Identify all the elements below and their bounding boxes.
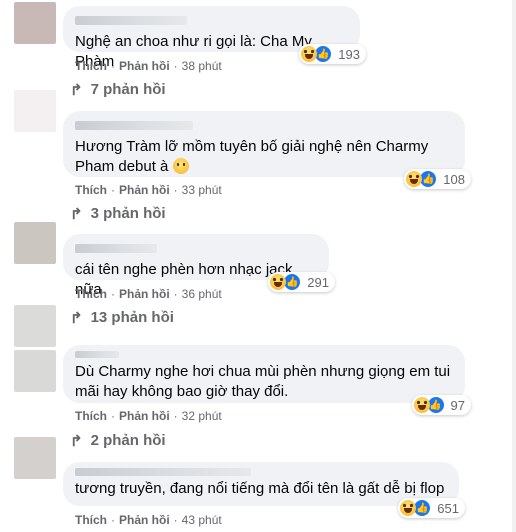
- comment-bubble: tương truyền, đang nổi tiếng mà đổi tên …: [63, 462, 465, 518]
- reaction-summary[interactable]: 👍 651: [398, 498, 465, 518]
- comment-actions: Thích · Phản hồi · 38 phút: [75, 59, 222, 73]
- haha-icon: [301, 46, 318, 62]
- reply-button[interactable]: Phản hồi: [119, 513, 170, 527]
- reply-arrow-icon: ↳: [70, 80, 83, 97]
- avatar[interactable]: [14, 222, 56, 264]
- avatar[interactable]: [14, 90, 56, 132]
- reply-arrow-icon: ↳: [70, 431, 83, 448]
- author-name[interactable]: [75, 16, 187, 25]
- comment-text: Dù Charmy nghe hơi chua mùi phèn nhưng g…: [75, 363, 455, 400]
- author-name[interactable]: [75, 244, 157, 253]
- author-name[interactable]: [75, 468, 251, 476]
- haha-icon: [413, 397, 430, 413]
- avatar: [14, 350, 56, 392]
- view-replies-link[interactable]: ↳ 2 phản hồi: [70, 431, 166, 449]
- reaction-summary[interactable]: 👍 108: [404, 169, 471, 189]
- like-button[interactable]: Thích: [75, 183, 107, 197]
- reaction-count: 193: [338, 46, 360, 62]
- like-button[interactable]: Thích: [75, 59, 107, 73]
- reaction-summary[interactable]: 👍 291: [268, 272, 335, 292]
- scrollbar[interactable]: [512, 0, 516, 532]
- like-button[interactable]: Thích: [75, 409, 107, 423]
- like-button[interactable]: Thích: [75, 513, 107, 527]
- haha-icon: [406, 171, 423, 187]
- reply-arrow-icon: ↳: [70, 204, 83, 221]
- comment-bubble: Hương Tràm lỡ mồm tuyên bố giải nghệ nên…: [63, 111, 471, 189]
- reaction-count: 291: [307, 274, 329, 290]
- reaction-summary[interactable]: 👍 97: [411, 395, 471, 415]
- reply-button[interactable]: Phản hồi: [119, 59, 170, 73]
- timestamp[interactable]: 36 phút: [182, 287, 222, 301]
- reaction-count: 108: [443, 171, 465, 187]
- timestamp[interactable]: 33 phút: [182, 183, 222, 197]
- comment-actions: Thích · Phản hồi · 36 phút: [75, 287, 222, 301]
- author-name[interactable]: [75, 121, 193, 130]
- reply-button[interactable]: Phản hồi: [119, 183, 170, 197]
- haha-icon: [400, 500, 417, 516]
- avatar[interactable]: [14, 437, 56, 479]
- comment-bubble: Dù Charmy nghe hơi chua mùi phèn nhưng g…: [63, 345, 471, 415]
- comment-text: Hương Tràm lỡ mồm tuyên bố giải nghệ nên…: [75, 138, 433, 175]
- reaction-summary[interactable]: 👍 193: [299, 44, 366, 64]
- reaction-count: 97: [450, 397, 465, 413]
- reaction-count: 651: [437, 500, 459, 516]
- comment-bubble: cái tên nghe phèn hơn nhạc jack nữa 👍 29…: [63, 234, 335, 298]
- comment-actions: Thích · Phản hồi · 43 phút: [75, 513, 222, 527]
- reply-button[interactable]: Phản hồi: [119, 287, 170, 301]
- author-name[interactable]: [75, 351, 119, 358]
- view-replies-link[interactable]: ↳ 7 phản hồi: [70, 80, 166, 98]
- haha-icon: [270, 274, 287, 290]
- like-button[interactable]: Thích: [75, 287, 107, 301]
- timestamp[interactable]: 32 phút: [182, 409, 222, 423]
- comment-actions: Thích · Phản hồi · 33 phút: [75, 183, 222, 197]
- timestamp[interactable]: 43 phút: [182, 513, 222, 527]
- comment-actions: Thích · Phản hồi · 32 phút: [75, 409, 222, 423]
- view-replies-link[interactable]: ↳ 3 phản hồi: [70, 204, 166, 222]
- reply-button[interactable]: Phản hồi: [119, 409, 170, 423]
- avatar[interactable]: [14, 2, 56, 44]
- reply-arrow-icon: ↳: [70, 308, 83, 325]
- view-replies-link[interactable]: ↳ 13 phản hồi: [70, 308, 174, 326]
- avatar[interactable]: [14, 305, 56, 347]
- timestamp[interactable]: 38 phút: [182, 59, 222, 73]
- thinking-face-icon: [172, 158, 189, 174]
- comment-bubble: Nghệ an choa như ri gọi là: Cha My Phàm …: [63, 6, 366, 70]
- comment-text: tương truyền, đang nổi tiếng mà đổi tên …: [75, 480, 445, 497]
